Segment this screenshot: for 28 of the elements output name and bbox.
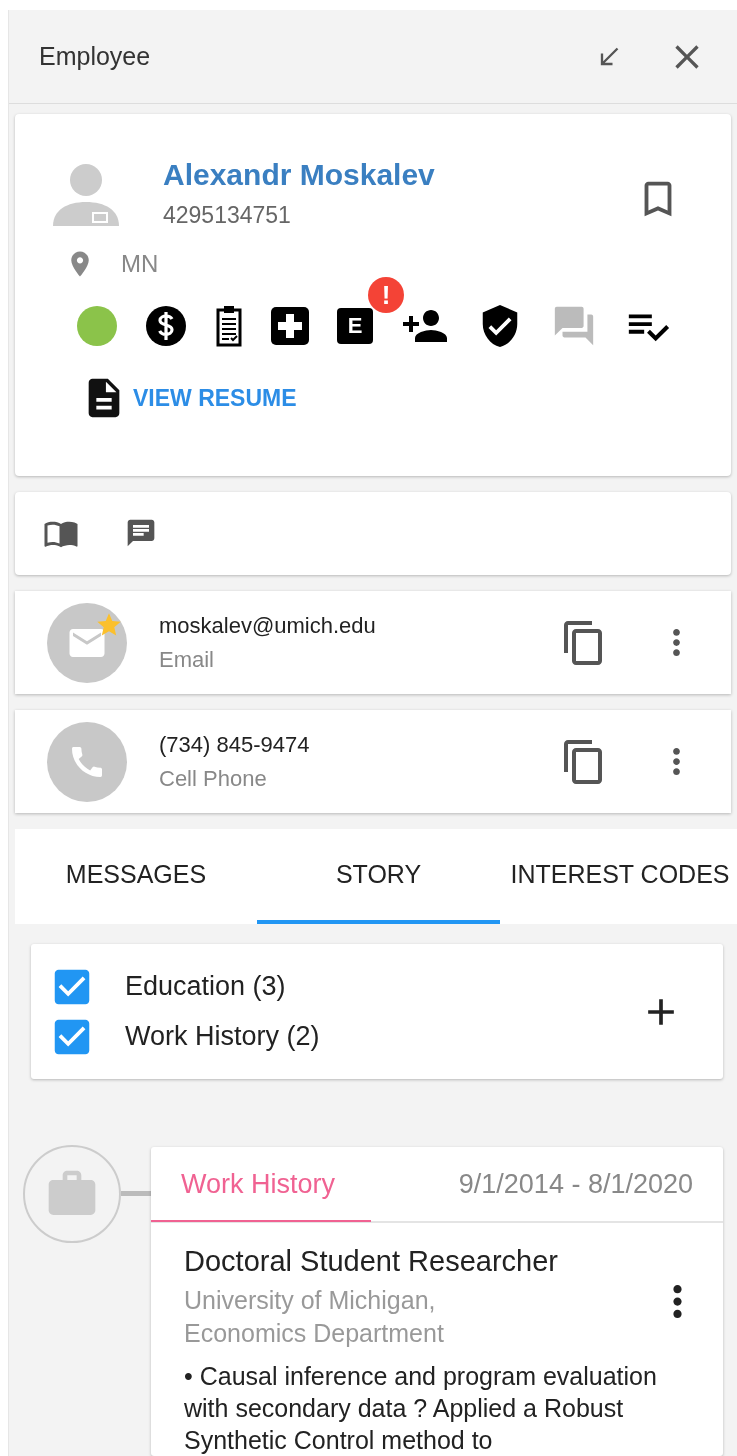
- job-description: • Causal inference and program evaluation with secondary data ? Applied a Robust Synthetic Control method to: [184, 1361, 658, 1456]
- employee-id: 4295134751: [163, 202, 292, 230]
- contact-value: (734) 845-9474: [159, 731, 311, 758]
- tab[interactable]: STORY: [257, 829, 500, 925]
- contact-label: Email: [159, 646, 215, 673]
- clipboard-icon[interactable]: [215, 305, 243, 348]
- letter-icon[interactable]: E: [337, 308, 373, 345]
- job-title: Doctoral Student Researcher: [184, 1245, 559, 1278]
- checkbox-label: Work History (2): [125, 1021, 320, 1053]
- tab[interactable]: MESSAGES: [15, 829, 257, 925]
- more-button[interactable]: [672, 748, 681, 776]
- organization-name: University of Michigan, Economics Department: [184, 1285, 445, 1349]
- checkbox-label: Education (3): [125, 971, 286, 1003]
- contact-value: moskalev@umich.edu: [159, 612, 377, 639]
- more-icon: [672, 629, 681, 657]
- employee-name: Alexandr Moskalev: [163, 158, 436, 193]
- date-range: 9/1/2014 - 8/1/2020: [457, 1168, 694, 1200]
- more-button[interactable]: [672, 629, 681, 657]
- window-title: Employee: [39, 42, 152, 72]
- location-text: MN: [121, 250, 159, 279]
- more-icon: [672, 748, 681, 776]
- tab[interactable]: INTEREST CODES: [500, 829, 737, 925]
- person-avatar-icon: [51, 164, 121, 227]
- alert-badge: !: [368, 277, 404, 314]
- contact-label: Cell Phone: [159, 765, 268, 792]
- more-icon: [672, 1285, 683, 1318]
- medical-cross-icon[interactable]: [271, 307, 309, 346]
- dollar-icon[interactable]: [145, 305, 187, 348]
